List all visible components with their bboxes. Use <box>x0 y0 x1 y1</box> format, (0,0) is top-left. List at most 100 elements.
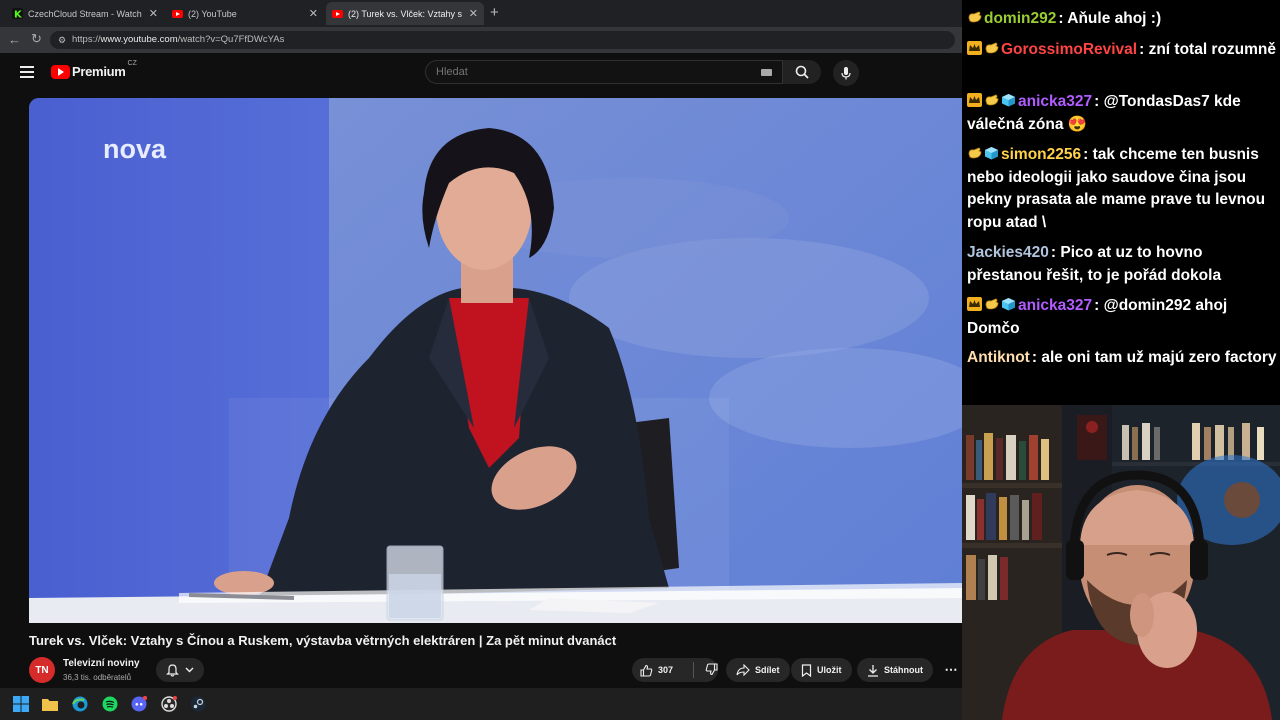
chat-text: ale oni tam už majú zero factory <box>1041 349 1277 366</box>
channel-name[interactable]: Televizní noviny <box>63 658 140 669</box>
youtube-icon <box>332 8 343 19</box>
spotify-icon[interactable] <box>102 696 118 712</box>
hand-badge-icon <box>984 296 999 310</box>
download-button[interactable]: Stáhnout <box>857 658 933 682</box>
close-icon[interactable]: ✕ <box>469 7 478 20</box>
save-label: Uložit <box>817 665 842 675</box>
share-icon <box>736 664 750 676</box>
obs-icon[interactable] <box>161 696 177 712</box>
chat-message: Jackies420: Pico at uz to hovno přestano… <box>967 242 1277 287</box>
save-button[interactable]: Uložit <box>791 658 852 682</box>
webcam-image <box>962 405 1280 720</box>
chevron-down-icon <box>185 667 194 673</box>
discord-icon[interactable] <box>131 696 147 712</box>
chat-separator: : <box>1083 146 1093 163</box>
edge-icon[interactable] <box>72 696 88 712</box>
chat-username[interactable]: domin292 <box>984 10 1056 27</box>
keyboard-icon[interactable] <box>761 69 772 76</box>
kick-icon: K <box>12 8 23 19</box>
chat-message: GorossimoRevival: zní total rozumně <box>967 39 1277 62</box>
chat-text: zní total rozumně <box>1148 41 1277 58</box>
microphone-icon <box>841 67 851 80</box>
back-arrow-icon[interactable]: ← <box>8 32 21 47</box>
chat-separator: : <box>1058 10 1068 27</box>
download-icon <box>868 664 878 677</box>
url-path: /watch?v=Qu7FfDWcYAs <box>177 34 285 45</box>
like-count: 307 <box>658 665 674 675</box>
tab-title: (2) Turek vs. Vlček: Vztahy s Čínou <box>348 8 465 19</box>
youtube-icon <box>172 8 183 19</box>
chat-message: anicka327: @TondasDas7 kde válečná zóna … <box>967 91 1277 136</box>
cube-badge-icon <box>1001 92 1016 107</box>
url-field[interactable]: ⚙ https://www.youtube.com/watch?v=Qu7FfD… <box>50 31 955 49</box>
voice-search-button[interactable] <box>833 60 859 86</box>
chat-username[interactable]: anicka327 <box>1018 297 1092 314</box>
hand-badge-icon <box>984 40 999 54</box>
svg-text:K: K <box>14 10 23 20</box>
like-button[interactable]: 307 <box>632 664 682 677</box>
share-label: Sdílet <box>755 665 780 675</box>
bell-icon <box>166 663 179 677</box>
logo-country: CZ <box>127 60 137 67</box>
like-dislike-group: 307 <box>632 658 718 682</box>
file-explorer-icon[interactable] <box>42 696 58 712</box>
menu-icon[interactable] <box>20 66 34 81</box>
reload-icon[interactable]: ↻ <box>31 31 42 47</box>
hand-badge-icon <box>967 145 982 159</box>
chat-message: anicka327: @domin292 ahoj Domčo <box>967 295 1277 340</box>
dislike-button[interactable] <box>705 662 718 678</box>
new-tab-button[interactable]: + <box>490 4 499 21</box>
windows-taskbar <box>0 688 962 720</box>
tab-bar: K CzechCloud Stream - Watch Live o ✕ (2)… <box>0 0 962 27</box>
close-icon[interactable]: ✕ <box>149 7 158 20</box>
address-bar: ← ↻ ⚙ https://www.youtube.com/watch?v=Qu… <box>0 27 962 53</box>
chat-separator: : <box>1094 297 1104 314</box>
crown-badge-icon <box>967 92 982 107</box>
url-prefix: https:// <box>72 34 101 45</box>
hand-badge-icon <box>967 9 982 23</box>
tab-turek-vlcek[interactable]: (2) Turek vs. Vlček: Vztahy s Čínou ✕ <box>326 2 484 25</box>
video-title: Turek vs. Vlček: Vztahy s Čínou a Ruskem… <box>29 633 617 648</box>
chat-username[interactable]: anicka327 <box>1018 93 1092 110</box>
notifications-button[interactable] <box>156 658 204 682</box>
windows-start-icon[interactable] <box>13 696 29 712</box>
close-icon[interactable]: ✕ <box>309 7 318 20</box>
search-button[interactable] <box>783 60 821 84</box>
chat-message: simon2256: tak chceme ten busnis nebo id… <box>967 144 1277 234</box>
youtube-icon <box>51 64 70 79</box>
chat-username[interactable]: simon2256 <box>1001 146 1081 163</box>
bookmark-icon <box>801 663 812 677</box>
chat-text: Aňule ahoj :) <box>1067 10 1162 27</box>
chat-separator: : <box>1050 244 1061 261</box>
chat-message: domin292: Aňule ahoj :) <box>967 8 1277 31</box>
tab-czechcloud[interactable]: K CzechCloud Stream - Watch Live o ✕ <box>6 2 164 25</box>
url-host: www.youtube.com <box>100 34 178 45</box>
video-player[interactable]: nova <box>29 98 962 623</box>
stream-chat: domin292: Aňule ahoj :) GorossimoRevival:… <box>962 0 1280 405</box>
download-label: Stáhnout <box>884 665 923 675</box>
browser-window: K CzechCloud Stream - Watch Live o ✕ (2)… <box>0 0 962 688</box>
channel-avatar[interactable]: TN <box>29 657 55 683</box>
cube-badge-icon <box>984 145 999 160</box>
chat-username[interactable]: Antiknot <box>967 349 1030 366</box>
logo-text: Premium <box>72 64 126 79</box>
youtube-premium-logo[interactable]: Premium CZ <box>51 60 137 79</box>
site-info-icon[interactable]: ⚙ <box>58 31 66 49</box>
more-actions-button[interactable]: ⋯ <box>940 658 962 682</box>
webcam-feed <box>962 405 1280 720</box>
search-input[interactable] <box>434 65 738 79</box>
cube-badge-icon <box>1001 296 1016 311</box>
crown-badge-icon <box>967 40 982 55</box>
subscriber-count: 36,3 tis. odběratelů <box>63 673 132 682</box>
thumbs-up-icon <box>640 664 653 677</box>
search-icon <box>795 65 809 79</box>
tab-title: (2) YouTube <box>188 8 237 19</box>
youtube-header: Premium CZ <box>0 53 962 93</box>
chat-username[interactable]: GorossimoRevival <box>1001 41 1137 58</box>
nova-logo: nova <box>103 134 167 164</box>
chat-username[interactable]: Jackies420 <box>967 244 1049 261</box>
steam-icon[interactable] <box>190 696 206 712</box>
share-button[interactable]: Sdílet <box>726 658 790 682</box>
tab-youtube[interactable]: (2) YouTube ✕ <box>166 2 324 25</box>
video-frame: nova <box>29 98 962 623</box>
